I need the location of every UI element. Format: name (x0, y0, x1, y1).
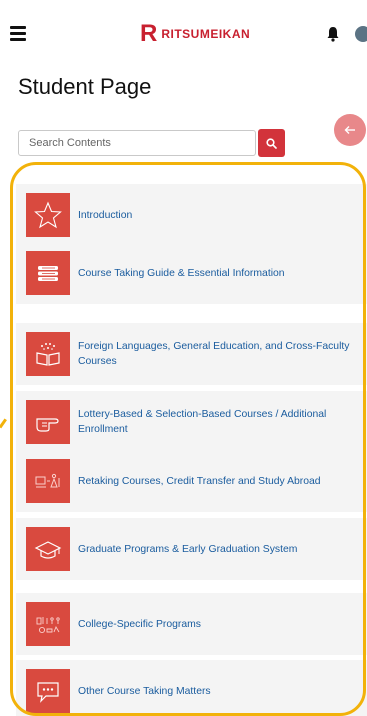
menu-item-college-specific-programs[interactable]: College-Specific Programs (16, 593, 367, 655)
transfer-icon (26, 459, 70, 503)
menu-item-retaking-courses[interactable]: Retaking Courses, Credit Transfer and St… (16, 450, 367, 512)
menu-item-label: Lottery-Based & Selection-Based Courses … (78, 409, 327, 435)
highlight-callout-line (0, 418, 7, 429)
books-stack-icon (26, 251, 70, 295)
open-book-icon (26, 332, 70, 376)
star-icon (26, 193, 70, 237)
menu-item-label: Foreign Languages, General Education, an… (78, 341, 350, 367)
menu-item-label: Introduction (78, 209, 133, 221)
graduation-cap-icon (26, 527, 70, 571)
menu-item-label: Retaking Courses, Credit Transfer and St… (78, 475, 321, 487)
user-avatar-icon[interactable] (355, 26, 367, 42)
college-programs-icon (26, 602, 70, 646)
page-title: Student Page (18, 74, 152, 99)
menu-item-label: College-Specific Programs (78, 618, 202, 630)
search-button[interactable] (258, 129, 285, 157)
top-navigation-bar: R RITSUMEIKAN (0, 0, 367, 64)
menu-item-lottery-based-courses[interactable]: Lottery-Based & Selection-Based Courses … (16, 391, 367, 453)
search-icon (266, 137, 277, 149)
logo-r-mark: R (140, 20, 158, 47)
menu-item-label: Other Course Taking Matters (78, 685, 211, 697)
menu-item-label: Graduate Programs & Early Graduation Sys… (78, 543, 298, 555)
menu-item-foreign-languages[interactable]: Foreign Languages, General Education, an… (16, 323, 367, 385)
pointing-hand-icon (26, 400, 70, 444)
menu-item-label: Course Taking Guide & Essential Informat… (78, 267, 285, 279)
menu-item-graduate-programs[interactable]: Graduate Programs & Early Graduation Sys… (16, 518, 367, 580)
logo-wordmark: RITSUMEIKAN (161, 27, 251, 41)
arrow-left-icon (344, 126, 355, 134)
search-input[interactable] (18, 130, 256, 156)
ritsumeikan-logo[interactable]: R RITSUMEIKAN (140, 22, 250, 46)
hamburger-menu-icon[interactable] (10, 26, 26, 41)
menu-item-other-course-matters[interactable]: Other Course Taking Matters (16, 660, 367, 716)
menu-item-course-taking-guide[interactable]: Course Taking Guide & Essential Informat… (16, 242, 367, 304)
back-button[interactable] (334, 114, 366, 146)
menu-item-introduction[interactable]: Introduction (16, 184, 367, 246)
speech-bubble-icon (26, 669, 70, 713)
bell-icon[interactable] (326, 26, 340, 42)
